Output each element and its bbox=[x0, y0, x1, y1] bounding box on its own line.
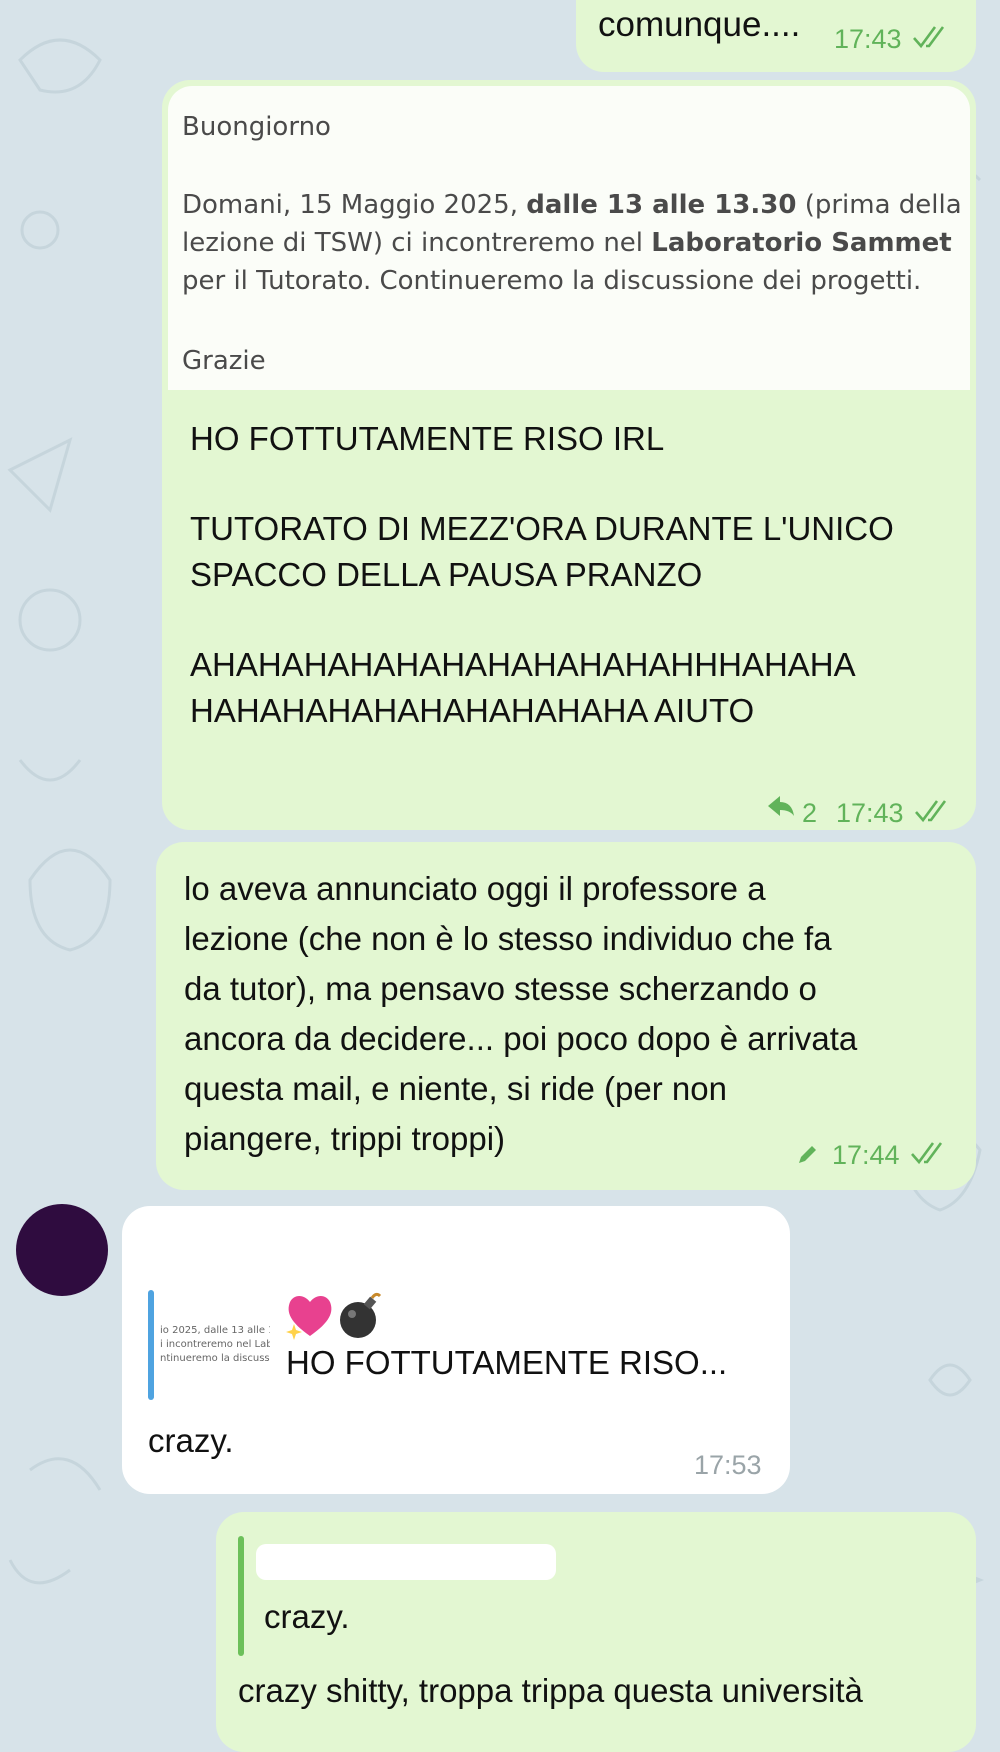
email-body-line-3: per il Tutorato. Continueremo la discuss… bbox=[182, 266, 922, 296]
email-body-line-2: lezione di TSW) ci incontreremo nel Labo… bbox=[182, 228, 952, 258]
message-time: 17:53 bbox=[694, 1450, 762, 1480]
double-check-icon bbox=[913, 26, 945, 49]
bomb-emoji bbox=[340, 1292, 382, 1338]
reply-count[interactable]: 2 bbox=[802, 798, 817, 829]
message-text: crazy. bbox=[148, 1422, 234, 1459]
message-text: lo aveva annunciato oggi il professore a… bbox=[184, 870, 858, 1157]
email-body-line-1: Domani, 15 Maggio 2025, dalle 13 alle 13… bbox=[182, 190, 962, 220]
message-outgoing-1[interactable]: comunque.... 17:43 bbox=[576, 0, 976, 72]
quoted-email-image[interactable]: Buongiorno Domani, 15 Maggio 2025, dalle… bbox=[168, 86, 970, 390]
reply-quote-bar bbox=[238, 1536, 244, 1656]
reply-thumbnail[interactable]: io 2025, dalle 13 alle 1 i incontreremo … bbox=[160, 1324, 270, 1386]
reply-arrow-icon bbox=[768, 796, 794, 816]
message-text: comunque.... bbox=[598, 5, 801, 44]
message-time: 17:44 bbox=[832, 1140, 900, 1170]
email-greeting: Buongiorno bbox=[182, 112, 331, 142]
message-time: 17:43 bbox=[834, 24, 902, 54]
email-thanks: Grazie bbox=[182, 346, 266, 376]
message-outgoing-5[interactable]: crazy. crazy shitty, troppa trippa quest… bbox=[216, 1512, 976, 1752]
message-outgoing-3[interactable]: lo aveva annunciato oggi il professore a… bbox=[156, 842, 976, 1190]
message-incoming-4[interactable]: io 2025, dalle 13 alle 1 i incontreremo … bbox=[122, 1206, 790, 1494]
double-check-icon bbox=[911, 1142, 943, 1165]
sparkling-heart-emoji bbox=[286, 1296, 332, 1340]
avatar[interactable] bbox=[16, 1204, 108, 1296]
double-check-icon bbox=[915, 800, 947, 823]
pencil-icon bbox=[799, 1146, 816, 1163]
redacted-name bbox=[256, 1544, 556, 1580]
reply-quote-bar bbox=[148, 1290, 154, 1400]
reply-snippet: HO FOTTUTAMENTE RISO... bbox=[286, 1344, 728, 1381]
message-time: 17:43 bbox=[836, 798, 904, 828]
message-text: crazy shitty, troppa trippa questa unive… bbox=[238, 1672, 863, 1709]
message-text: HO FOTTUTAMENTE RISO IRL TUTORATO DI MEZ… bbox=[190, 420, 894, 729]
message-outgoing-2[interactable]: Buongiorno Domani, 15 Maggio 2025, dalle… bbox=[162, 80, 976, 830]
reply-quote-text: crazy. bbox=[264, 1598, 350, 1635]
